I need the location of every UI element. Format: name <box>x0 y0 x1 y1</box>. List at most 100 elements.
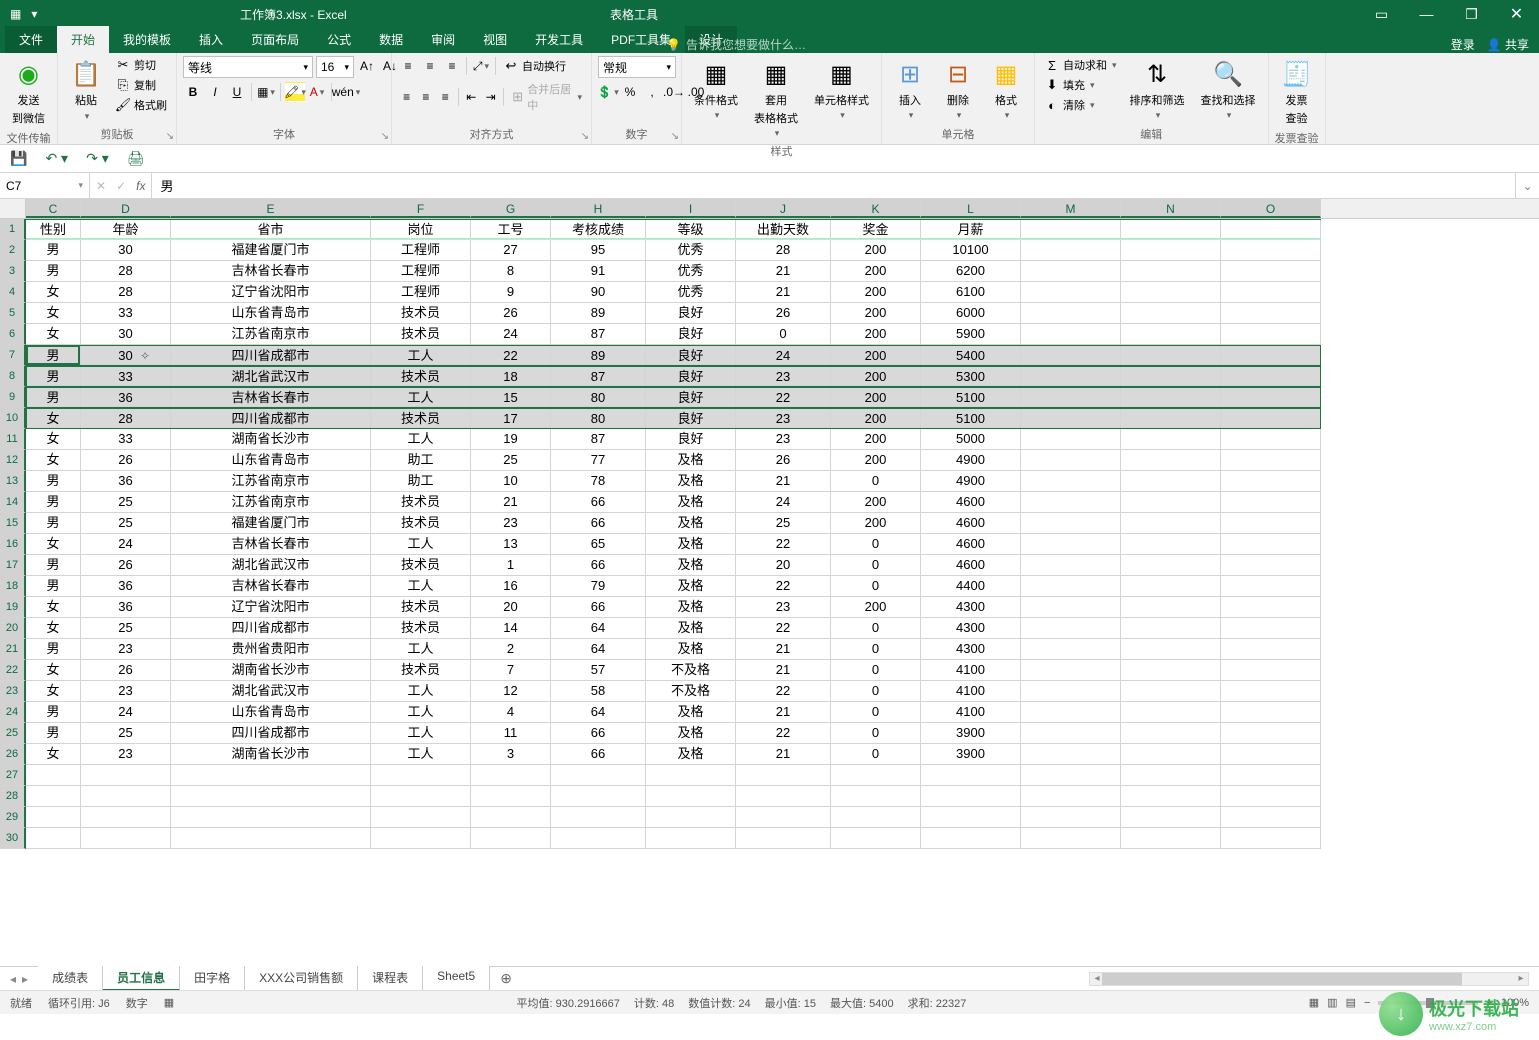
cell-I27[interactable] <box>646 765 736 786</box>
invoice-check-button[interactable]: 🧾发票查验 <box>1275 56 1319 128</box>
cell-E26[interactable]: 湖南省长沙市 <box>171 744 371 765</box>
cell-I12[interactable]: 及格 <box>646 450 736 471</box>
cell-L18[interactable]: 4400 <box>921 576 1021 597</box>
cell-L10[interactable]: 5100 <box>921 409 1021 428</box>
cell-L6[interactable]: 5900 <box>921 324 1021 345</box>
cell-N26[interactable] <box>1121 744 1221 765</box>
row-header-6[interactable]: 6 <box>0 324 26 345</box>
cell-O1[interactable] <box>1221 220 1321 239</box>
cell-L29[interactable] <box>921 807 1021 828</box>
cell-H21[interactable]: 64 <box>551 639 646 660</box>
cell-E3[interactable]: 吉林省长春市 <box>171 261 371 282</box>
cell-D28[interactable] <box>81 786 171 807</box>
cell-C5[interactable]: 女 <box>26 303 81 324</box>
cell-H7[interactable]: 89 <box>551 346 646 365</box>
row-header-25[interactable]: 25 <box>0 723 26 744</box>
send-to-wechat-button[interactable]: ◉ 发送 到微信 <box>6 56 51 128</box>
tab-data[interactable]: 数据 <box>365 26 417 53</box>
cell-N8[interactable] <box>1121 367 1221 386</box>
cell-G1[interactable]: 工号 <box>471 220 551 239</box>
cell-H26[interactable]: 66 <box>551 744 646 765</box>
cell-M3[interactable] <box>1021 261 1121 282</box>
cell-F23[interactable]: 工人 <box>371 681 471 702</box>
cell-F14[interactable]: 技术员 <box>371 492 471 513</box>
qat-dropdown-icon[interactable]: ▾ <box>31 7 37 21</box>
cell-J2[interactable]: 28 <box>736 240 831 261</box>
cell-M1[interactable] <box>1021 220 1121 239</box>
cell-C9[interactable]: 男 <box>26 388 81 407</box>
cell-F29[interactable] <box>371 807 471 828</box>
cell-G12[interactable]: 25 <box>471 450 551 471</box>
cell-L24[interactable]: 4100 <box>921 702 1021 723</box>
cell-J13[interactable]: 21 <box>736 471 831 492</box>
format-painter-button[interactable]: 🖌格式刷 <box>112 96 170 114</box>
sheet-nav-last[interactable]: ▸ <box>22 972 28 986</box>
cell-D14[interactable]: 25 <box>81 492 171 513</box>
align-middle-button[interactable]: ≡ <box>420 56 440 76</box>
cell-C15[interactable]: 男 <box>26 513 81 534</box>
cell-L1[interactable]: 月薪 <box>921 220 1021 239</box>
cell-C18[interactable]: 男 <box>26 576 81 597</box>
row-header-4[interactable]: 4 <box>0 282 26 303</box>
cell-I11[interactable]: 良好 <box>646 429 736 450</box>
cell-D7[interactable]: 30 <box>81 346 171 365</box>
column-header-K[interactable]: K <box>831 199 921 218</box>
cell-D19[interactable]: 36 <box>81 597 171 618</box>
cell-D5[interactable]: 33 <box>81 303 171 324</box>
tab-insert[interactable]: 插入 <box>185 26 237 53</box>
cell-F19[interactable]: 技术员 <box>371 597 471 618</box>
cell-C14[interactable]: 男 <box>26 492 81 513</box>
cell-C13[interactable]: 男 <box>26 471 81 492</box>
cell-K2[interactable]: 200 <box>831 240 921 261</box>
column-header-L[interactable]: L <box>921 199 1021 218</box>
cell-M27[interactable] <box>1021 765 1121 786</box>
cell-L3[interactable]: 6200 <box>921 261 1021 282</box>
minimize-button[interactable]: — <box>1404 0 1449 28</box>
cell-C25[interactable]: 男 <box>26 723 81 744</box>
cell-E19[interactable]: 辽宁省沈阳市 <box>171 597 371 618</box>
autosum-button[interactable]: Σ自动求和 <box>1041 56 1120 74</box>
cell-G16[interactable]: 13 <box>471 534 551 555</box>
align-right-button[interactable]: ≡ <box>437 87 454 107</box>
cell-L21[interactable]: 4300 <box>921 639 1021 660</box>
cell-M11[interactable] <box>1021 429 1121 450</box>
cell-D25[interactable]: 25 <box>81 723 171 744</box>
cell-I18[interactable]: 及格 <box>646 576 736 597</box>
cell-M20[interactable] <box>1021 618 1121 639</box>
cell-O20[interactable] <box>1221 618 1321 639</box>
cell-D17[interactable]: 26 <box>81 555 171 576</box>
cell-F5[interactable]: 技术员 <box>371 303 471 324</box>
cell-E30[interactable] <box>171 828 371 849</box>
cell-E6[interactable]: 江苏省南京市 <box>171 324 371 345</box>
cell-J25[interactable]: 22 <box>736 723 831 744</box>
row-header-8[interactable]: 8 <box>0 366 26 387</box>
cell-H4[interactable]: 90 <box>551 282 646 303</box>
cell-K29[interactable] <box>831 807 921 828</box>
cell-D13[interactable]: 36 <box>81 471 171 492</box>
tab-view[interactable]: 视图 <box>469 26 521 53</box>
cell-C6[interactable]: 女 <box>26 324 81 345</box>
cell-E16[interactable]: 吉林省长春市 <box>171 534 371 555</box>
cell-K26[interactable]: 0 <box>831 744 921 765</box>
cell-N13[interactable] <box>1121 471 1221 492</box>
cell-N11[interactable] <box>1121 429 1221 450</box>
cell-J9[interactable]: 22 <box>736 388 831 407</box>
login-button[interactable]: 登录 <box>1451 36 1475 53</box>
column-header-E[interactable]: E <box>171 199 371 218</box>
align-left-button[interactable]: ≡ <box>398 87 415 107</box>
cell-L14[interactable]: 4600 <box>921 492 1021 513</box>
cell-L27[interactable] <box>921 765 1021 786</box>
row-header-10[interactable]: 10 <box>0 408 26 429</box>
cell-C29[interactable] <box>26 807 81 828</box>
cell-I23[interactable]: 不及格 <box>646 681 736 702</box>
cell-K10[interactable]: 200 <box>831 409 921 428</box>
cell-E15[interactable]: 福建省厦门市 <box>171 513 371 534</box>
alignment-launcher[interactable]: ↘ <box>581 131 589 142</box>
cell-G18[interactable]: 16 <box>471 576 551 597</box>
number-format-combo[interactable]: 常规▾ <box>598 56 676 78</box>
cell-E11[interactable]: 湖南省长沙市 <box>171 429 371 450</box>
formula-expand-button[interactable]: ⌄ <box>1515 173 1539 198</box>
cell-D29[interactable] <box>81 807 171 828</box>
insert-cells-button[interactable]: ⊞插入 <box>888 56 932 123</box>
row-header-22[interactable]: 22 <box>0 660 26 681</box>
